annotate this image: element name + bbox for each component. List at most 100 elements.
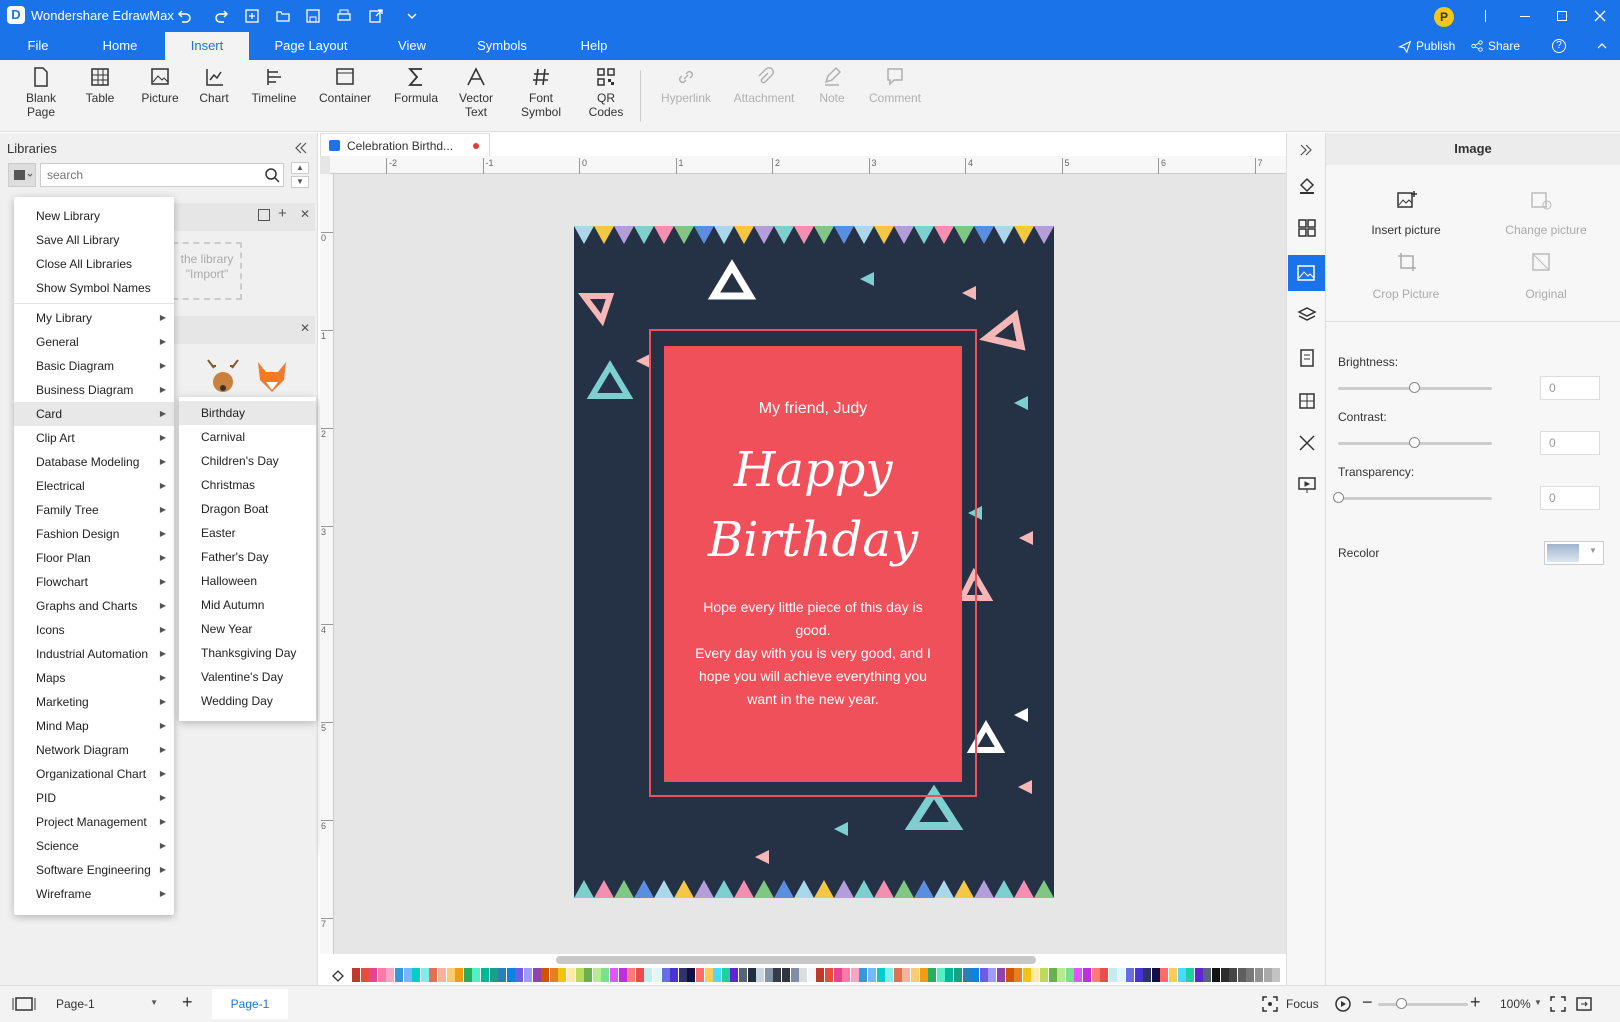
color-swatch[interactable]	[721, 968, 730, 982]
color-swatch[interactable]	[1263, 968, 1272, 982]
color-swatch[interactable]	[782, 968, 790, 982]
tab-page-layout[interactable]: Page Layout	[268, 32, 354, 60]
color-swatch[interactable]	[1031, 968, 1040, 982]
color-swatch[interactable]	[1022, 968, 1031, 982]
search-icon[interactable]	[264, 167, 280, 183]
color-swatch[interactable]	[1220, 968, 1229, 982]
color-swatch[interactable]	[704, 968, 713, 982]
brightness-knob[interactable]	[1409, 382, 1420, 393]
color-swatch[interactable]	[1186, 968, 1195, 982]
color-swatch[interactable]	[928, 968, 937, 982]
color-swatch[interactable]	[936, 968, 945, 982]
focus-icon[interactable]	[1262, 996, 1278, 1012]
play-icon[interactable]	[1334, 995, 1352, 1013]
color-swatch[interactable]	[515, 968, 524, 982]
color-swatch[interactable]	[1065, 968, 1074, 982]
chart-button[interactable]: Chart	[196, 66, 232, 105]
publish-button[interactable]: Publish	[1416, 39, 1455, 53]
page-select[interactable]: Page-1 ▼	[50, 993, 162, 1015]
hyperlink-button[interactable]: Hyperlink	[656, 66, 716, 105]
maximize-icon[interactable]	[1557, 11, 1567, 21]
tab-help[interactable]: Help	[570, 32, 618, 60]
color-swatch[interactable]	[997, 968, 1005, 982]
submenu-item-mid-autumn[interactable]: Mid Autumn	[179, 593, 316, 617]
timeline-button[interactable]: Timeline	[248, 66, 300, 105]
color-swatch[interactable]	[584, 968, 593, 982]
tab-file[interactable]: File	[12, 32, 64, 60]
color-swatch[interactable]	[1272, 968, 1281, 982]
menu-item-floor-plan[interactable]: Floor Plan ▶	[14, 546, 174, 570]
focus-button[interactable]: Focus	[1286, 997, 1319, 1011]
tab-symbols[interactable]: Symbols	[470, 32, 534, 60]
blank-page-button[interactable]: Blank Page	[20, 66, 62, 119]
zoom-slider[interactable]	[1378, 1003, 1468, 1006]
zoom-knob[interactable]	[1396, 998, 1407, 1009]
tab-view[interactable]: View	[390, 32, 434, 60]
color-swatch[interactable]	[1194, 968, 1203, 982]
menu-item-business-diagram[interactable]: Business Diagram ▶	[14, 378, 174, 402]
customize-chevron-icon[interactable]	[404, 8, 420, 24]
color-swatch[interactable]	[558, 968, 567, 982]
color-swatch[interactable]	[756, 968, 765, 982]
color-swatch[interactable]	[446, 968, 455, 982]
menu-item-close-all-libraries[interactable]: Close All Libraries	[14, 252, 174, 276]
original-button[interactable]: Original	[1466, 287, 1620, 301]
menu-item-basic-diagram[interactable]: Basic Diagram ▶	[14, 354, 174, 378]
publish-icon[interactable]	[1398, 39, 1412, 53]
color-swatch[interactable]	[670, 968, 679, 982]
crop-picture-icon[interactable]	[1396, 251, 1418, 273]
color-swatch[interactable]	[773, 968, 782, 982]
menu-item-pid[interactable]: PID ▶	[14, 786, 174, 810]
color-swatch[interactable]	[678, 968, 687, 982]
share-icon[interactable]	[1470, 39, 1484, 53]
color-swatch[interactable]	[1126, 968, 1134, 982]
submenu-item-father-s-day[interactable]: Father's Day	[179, 545, 316, 569]
fullscreen-icon[interactable]	[1576, 996, 1592, 1012]
color-swatch[interactable]	[919, 968, 928, 982]
deer-symbol[interactable]	[204, 358, 242, 394]
tab-home[interactable]: Home	[92, 32, 148, 60]
print-icon[interactable]	[336, 8, 352, 24]
menu-item-database-modeling[interactable]: Database Modeling ▶	[14, 450, 174, 474]
menu-item-general[interactable]: General ▶	[14, 330, 174, 354]
color-swatch[interactable]	[463, 968, 472, 982]
vector-text-button[interactable]: Vector Text	[456, 66, 496, 119]
formula-button[interactable]: Formula	[392, 66, 440, 105]
color-swatch[interactable]	[696, 968, 704, 982]
tab-insert[interactable]: Insert	[165, 32, 249, 60]
color-swatch[interactable]	[833, 968, 842, 982]
color-swatch[interactable]	[352, 968, 360, 982]
comment-button[interactable]: Comment	[864, 66, 926, 105]
fill-bucket-icon[interactable]	[330, 968, 346, 984]
submenu-item-valentine-s-day[interactable]: Valentine's Day	[179, 665, 316, 689]
contrast-knob[interactable]	[1409, 437, 1420, 448]
color-swatch[interactable]	[627, 968, 636, 982]
recolor-dropdown[interactable]: ▼	[1544, 541, 1604, 565]
color-swatch[interactable]	[481, 968, 489, 982]
color-swatch[interactable]	[610, 968, 618, 982]
color-swatch[interactable]	[549, 968, 558, 982]
color-swatch[interactable]	[506, 968, 515, 982]
scroll-up-button[interactable]: ▲	[291, 162, 309, 174]
color-swatch[interactable]	[1074, 968, 1083, 982]
color-swatch[interactable]	[1048, 968, 1057, 982]
color-swatch[interactable]	[1143, 968, 1152, 982]
menu-item-wireframe[interactable]: Wireframe ▶	[14, 882, 174, 906]
insert-picture-icon[interactable]	[1396, 189, 1418, 211]
submenu-item-dragon-boat[interactable]: Dragon Boat	[179, 497, 316, 521]
menu-item-save-all-library[interactable]: Save All Library	[14, 228, 174, 252]
menu-item-new-library[interactable]: New Library	[14, 204, 174, 228]
note-button[interactable]: Note	[812, 66, 852, 105]
color-swatch[interactable]	[1160, 968, 1169, 982]
submenu-item-thanksgiving-day[interactable]: Thanksgiving Day	[179, 641, 316, 665]
color-swatch[interactable]	[541, 968, 550, 982]
close-card-section-icon[interactable]: ✕	[300, 321, 310, 335]
qr-codes-button[interactable]: QR Codes	[586, 66, 626, 119]
close-icon[interactable]	[1592, 8, 1608, 24]
menu-item-maps[interactable]: Maps ▶	[14, 666, 174, 690]
fill-icon[interactable]	[1297, 175, 1317, 195]
submenu-item-birthday[interactable]: Birthday	[179, 401, 316, 425]
menu-item-flowchart[interactable]: Flowchart ▶	[14, 570, 174, 594]
color-swatch[interactable]	[988, 968, 997, 982]
container-button[interactable]: Container	[316, 66, 374, 105]
